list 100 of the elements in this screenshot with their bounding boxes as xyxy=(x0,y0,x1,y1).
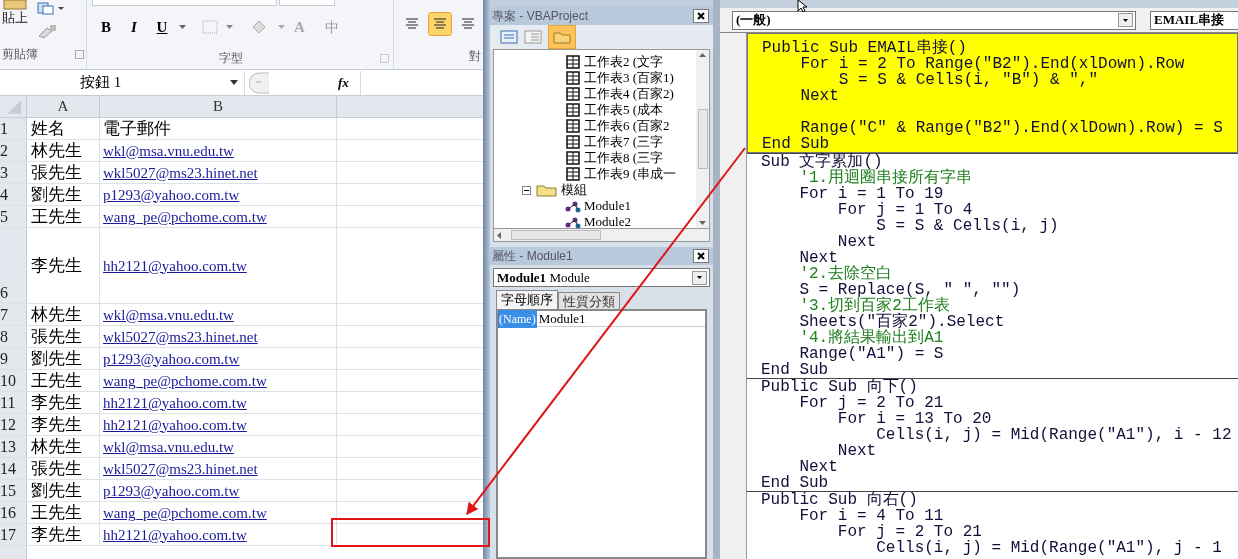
object-dropdown[interactable]: Module1 Module xyxy=(493,268,710,287)
close-button[interactable] xyxy=(693,249,709,263)
row-header[interactable]: 4 xyxy=(0,184,27,205)
row-header[interactable]: 7 xyxy=(0,304,27,325)
code-comment: '4.將結果輸出到A1 xyxy=(798,330,944,346)
row-header[interactable]: 13 xyxy=(0,436,27,457)
code-line: S = S & Cells(i, "B") & "," xyxy=(837,72,1099,88)
row-header[interactable]: 15 xyxy=(0,480,27,501)
code-line: End Sub xyxy=(762,136,830,152)
email-link[interactable]: wang_pe@pchome.com.tw xyxy=(103,206,267,227)
name-box[interactable]: 按鈕 1 xyxy=(0,70,245,95)
panel-title: 專案 - VBAProject xyxy=(492,8,589,25)
close-icon xyxy=(697,12,705,20)
view-code-icon xyxy=(500,30,518,44)
underline-button[interactable]: U xyxy=(151,16,173,38)
email-link[interactable]: hh2121@yahoo.com.tw xyxy=(103,392,247,413)
panel-title: 屬性 - Module1 xyxy=(492,248,573,265)
row-header[interactable]: 12 xyxy=(0,414,27,435)
table-cell: 張先生 xyxy=(27,326,100,347)
expand-toggle[interactable] xyxy=(522,185,531,195)
tree-item[interactable]: 工作表8 (三字 xyxy=(584,150,664,166)
email-link[interactable]: wkl@msa.vnu.edu.tw xyxy=(103,436,234,457)
email-link[interactable]: p1293@yahoo.com.tw xyxy=(103,480,240,501)
tree-item[interactable]: 工作表2 (文字 xyxy=(584,54,664,70)
tree-item[interactable]: 工作表7 (三字 xyxy=(584,134,664,150)
properties-tab[interactable]: 字母順序 xyxy=(496,290,558,309)
email-link[interactable]: p1293@yahoo.com.tw xyxy=(103,348,240,369)
code-line: End Sub xyxy=(761,362,829,378)
row-header[interactable]: 8 xyxy=(0,326,27,347)
code-comment: '3.切到百家2工作表 xyxy=(798,298,950,314)
code-line: For j = 1 To 4 xyxy=(836,202,973,218)
dropdown-button[interactable] xyxy=(1118,13,1133,27)
object-dropdown[interactable]: (一般) xyxy=(732,10,1136,30)
row-header[interactable]: 10 xyxy=(0,370,27,391)
email-link[interactable]: wkl@msa.vnu.edu.tw xyxy=(103,304,234,325)
tree-item[interactable]: 模組 xyxy=(561,182,587,198)
bold-button[interactable]: B xyxy=(95,16,117,38)
email-link[interactable]: wkl5027@ms23.hinet.net xyxy=(103,326,258,347)
email-link[interactable]: hh2121@yahoo.com.tw xyxy=(103,255,247,276)
email-link[interactable]: p1293@yahoo.com.tw xyxy=(103,184,240,205)
column-header[interactable]: B xyxy=(100,96,337,117)
font-size-field[interactable] xyxy=(279,0,335,6)
row-header[interactable]: 3 xyxy=(0,162,27,183)
row-header[interactable]: 5 xyxy=(0,206,27,227)
email-link[interactable]: wang_pe@pchome.com.tw xyxy=(103,370,267,391)
column-header[interactable]: A xyxy=(27,96,100,117)
code-line: Cells(i, j) = Mid(Range("A1"), i - 12 xyxy=(875,427,1232,443)
procedure-dropdown[interactable]: EMAIL串接 xyxy=(1150,10,1238,30)
row-header[interactable]: 1 xyxy=(0,118,27,139)
fill-color-icon xyxy=(250,19,286,35)
email-link[interactable]: wkl5027@ms23.hinet.net xyxy=(103,458,258,479)
align-button[interactable] xyxy=(428,12,452,36)
code-line: For i = 1 To 19 xyxy=(798,186,944,202)
cell-text: 電子郵件 xyxy=(103,118,171,139)
scrollbar[interactable] xyxy=(493,229,710,242)
tree-item[interactable]: Module2 xyxy=(584,214,631,230)
table-cell: 劉先生 xyxy=(27,184,100,205)
dropdown-button[interactable] xyxy=(692,270,707,285)
row-header[interactable]: 14 xyxy=(0,458,27,479)
font-name-field[interactable] xyxy=(92,0,277,6)
tree-item[interactable]: 工作表3 (百家1) xyxy=(584,70,674,86)
property-value[interactable]: Module1 xyxy=(536,308,586,329)
scrollbar[interactable] xyxy=(696,50,709,228)
code-line: Range("A1") = S xyxy=(798,346,944,362)
insert-function-button[interactable]: fx xyxy=(338,72,360,93)
code-line: Public Sub 向下() xyxy=(761,379,918,395)
email-link[interactable]: hh2121@yahoo.com.tw xyxy=(103,414,247,435)
border-icon xyxy=(202,19,234,35)
tree-item[interactable]: 工作表5 (成本 xyxy=(584,102,664,118)
email-link[interactable]: wang_pe@pchome.com.tw xyxy=(103,502,267,523)
code-line: Cells(i, j) = Mid(Range("A1"), j - 1 xyxy=(875,540,1222,556)
row-header[interactable]: 6 xyxy=(0,228,27,303)
email-link[interactable]: wkl@msa.vnu.edu.tw xyxy=(103,140,234,161)
close-button[interactable] xyxy=(693,9,709,23)
italic-button[interactable]: I xyxy=(123,16,145,38)
table-cell: 張先生 xyxy=(27,162,100,183)
scroll-thumb[interactable] xyxy=(697,109,708,169)
row-header[interactable]: 9 xyxy=(0,348,27,369)
scroll-thumb[interactable] xyxy=(511,230,601,240)
tree-item[interactable]: 工作表4 (百家2) xyxy=(584,86,674,102)
tree-item[interactable]: 工作表6 (百家2 xyxy=(584,118,670,134)
email-link[interactable]: hh2121@yahoo.com.tw xyxy=(103,524,247,545)
table-cell: 李先生 xyxy=(27,524,100,545)
paste-button[interactable]: 貼上 xyxy=(2,10,28,26)
tree-item[interactable]: 工作表9 (串成一 xyxy=(584,166,677,182)
toggle-folders-button[interactable] xyxy=(548,25,576,49)
code-line: Next xyxy=(798,250,838,266)
email-link[interactable]: wkl5027@ms23.hinet.net xyxy=(103,162,258,183)
module-icon xyxy=(564,215,582,229)
row-header[interactable]: 17 xyxy=(0,524,27,545)
table-cell: 李先生 xyxy=(27,414,100,435)
code-line: Public Sub EMAIL串接() xyxy=(762,40,967,56)
properties-tab[interactable]: 性質分類 xyxy=(558,292,620,309)
row-header[interactable]: 11 xyxy=(0,392,27,413)
view-object-icon xyxy=(524,30,542,44)
row-header[interactable]: 2 xyxy=(0,140,27,161)
table-cell: 劉先生 xyxy=(27,480,100,501)
row-header[interactable]: 16 xyxy=(0,502,27,523)
code-line: Next xyxy=(798,459,838,475)
tree-item[interactable]: Module1 xyxy=(584,198,631,214)
